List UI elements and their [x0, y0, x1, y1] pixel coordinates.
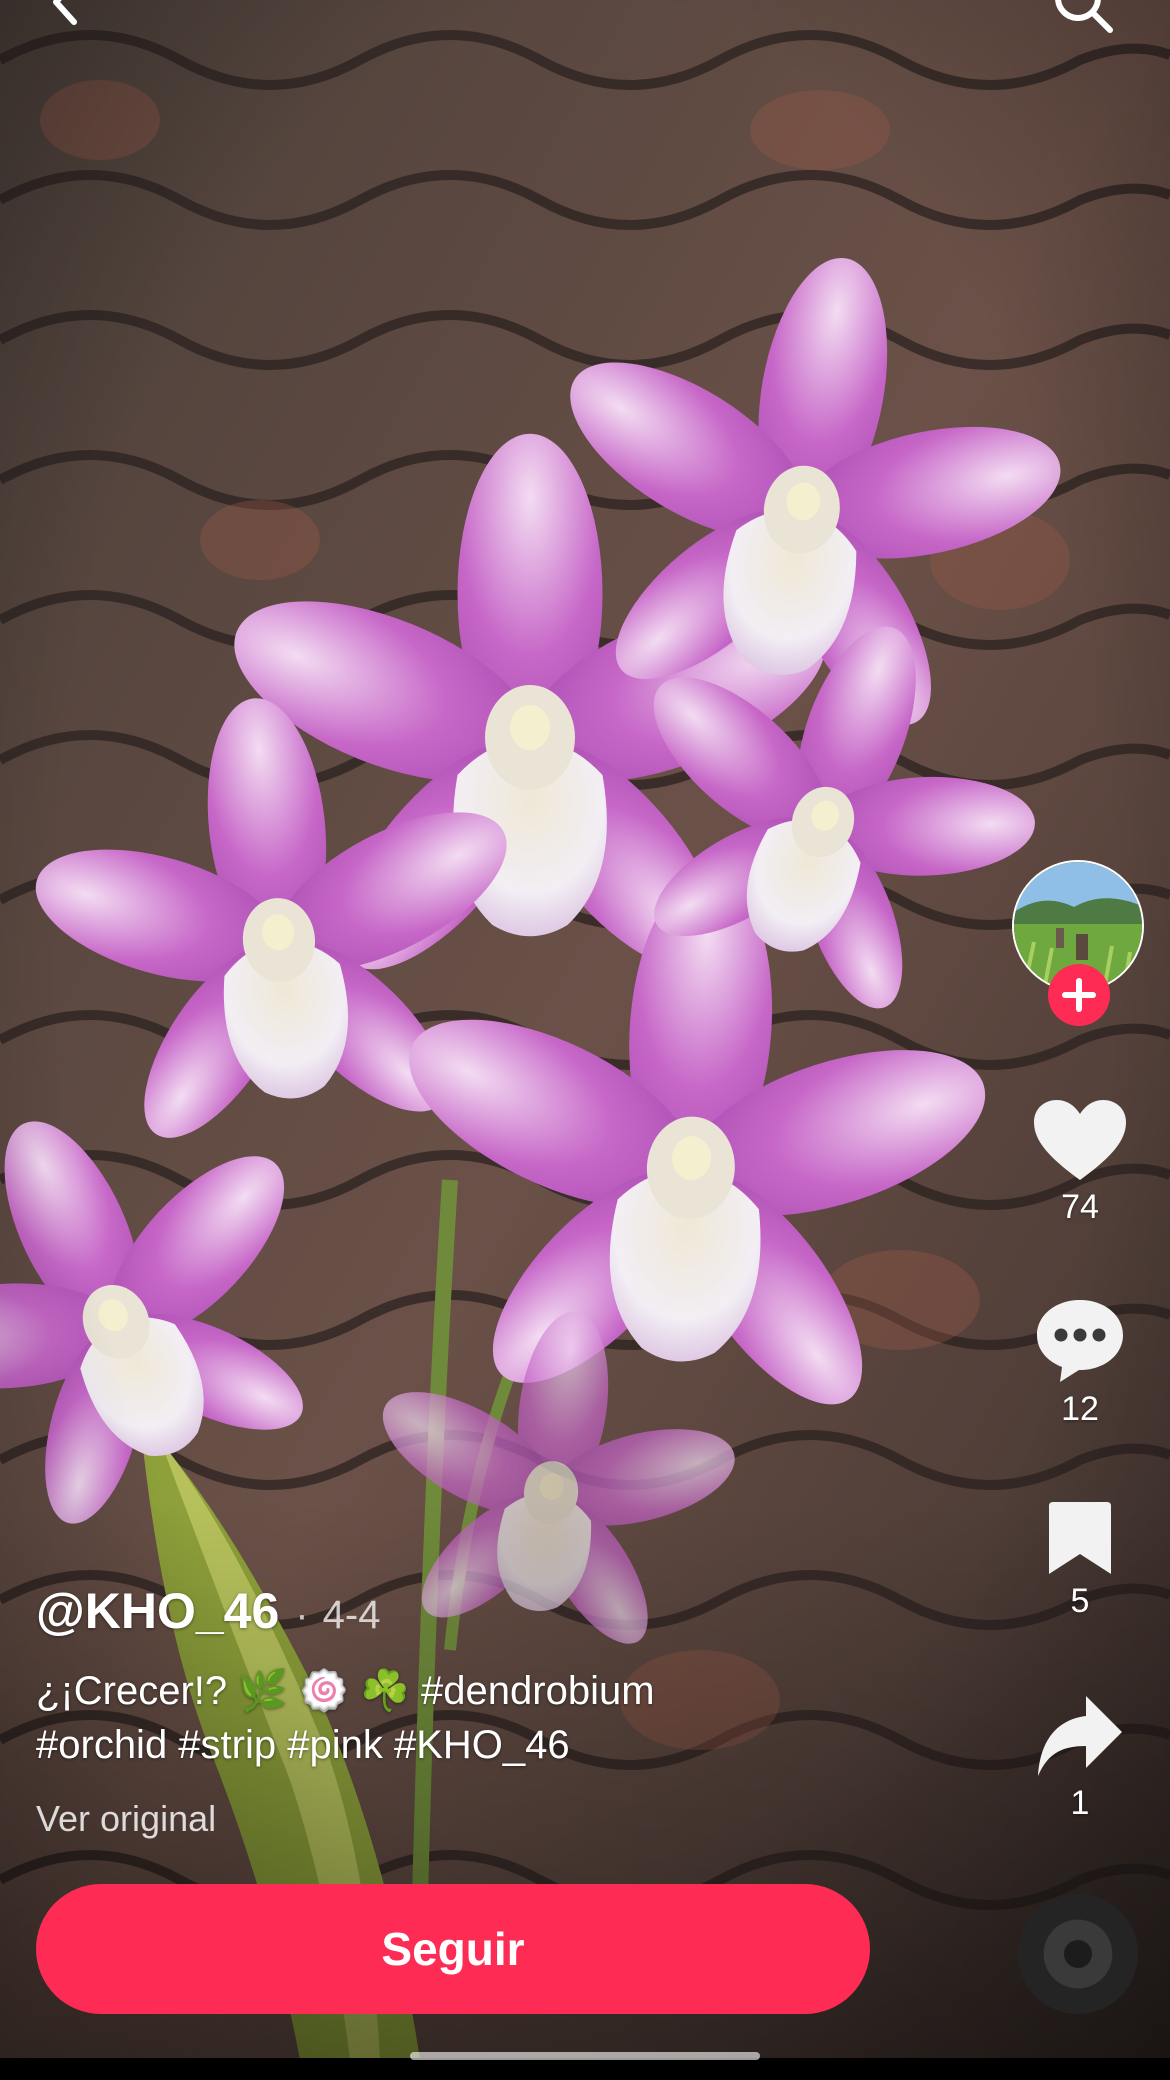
shamrock-emoji: ☘️: [360, 1669, 410, 1713]
bookmark-icon: [1010, 1500, 1150, 1576]
hashtag-line-2[interactable]: #orchid #strip #pink #KHO_46: [36, 1723, 570, 1767]
search-icon[interactable]: [1050, 0, 1116, 36]
comment-bubble-icon: [1010, 1298, 1150, 1384]
follow-plus-button[interactable]: [1048, 964, 1110, 1026]
follow-button[interactable]: Seguir: [36, 1884, 870, 2014]
username[interactable]: @KHO_46: [36, 1582, 279, 1640]
video-screen: 74 12 5 1 @KHO_46 · 4-4 ¿¡Crecer!? 🌿 🍥 ☘…: [0, 0, 1170, 2080]
like-count: 74: [1061, 1188, 1099, 1226]
fish-cake-emoji: 🍥: [299, 1669, 349, 1713]
creator-avatar-group: [1012, 860, 1144, 1026]
author-row: @KHO_46 · 4-4: [36, 1582, 936, 1640]
comment-count: 12: [1061, 1390, 1099, 1428]
see-original-link[interactable]: Ver original: [36, 1798, 936, 1840]
home-bar: [0, 2058, 1170, 2080]
date-separator: ·: [295, 1593, 309, 1637]
caption: ¿¡Crecer!? 🌿 🍥 ☘️ #dendrobium #orchid #s…: [36, 1664, 816, 1772]
caption-text: ¿¡Crecer!?: [36, 1669, 239, 1713]
share-arrow-icon: [1010, 1694, 1150, 1778]
comment-button[interactable]: 12: [1010, 1298, 1150, 1429]
herb-emoji: 🌿: [238, 1669, 289, 1713]
share-button[interactable]: 1: [1010, 1694, 1150, 1823]
top-bar: [0, 0, 1170, 40]
music-disc-icon[interactable]: [1018, 1894, 1138, 2014]
save-button[interactable]: 5: [1010, 1500, 1150, 1621]
post-info: @KHO_46 · 4-4 ¿¡Crecer!? 🌿 🍥 ☘️ #dendrob…: [36, 1582, 936, 1840]
heart-icon: [1010, 1100, 1150, 1182]
share-count: 1: [1070, 1784, 1090, 1822]
post-date: 4-4: [322, 1593, 381, 1637]
chevron-left-icon[interactable]: [42, 0, 90, 26]
like-button[interactable]: 74: [1010, 1100, 1150, 1227]
save-count: 5: [1070, 1582, 1090, 1620]
hashtag-line-1[interactable]: #dendrobium: [410, 1669, 655, 1713]
home-indicator: [410, 2052, 760, 2060]
plus-icon: [1048, 978, 1110, 1030]
